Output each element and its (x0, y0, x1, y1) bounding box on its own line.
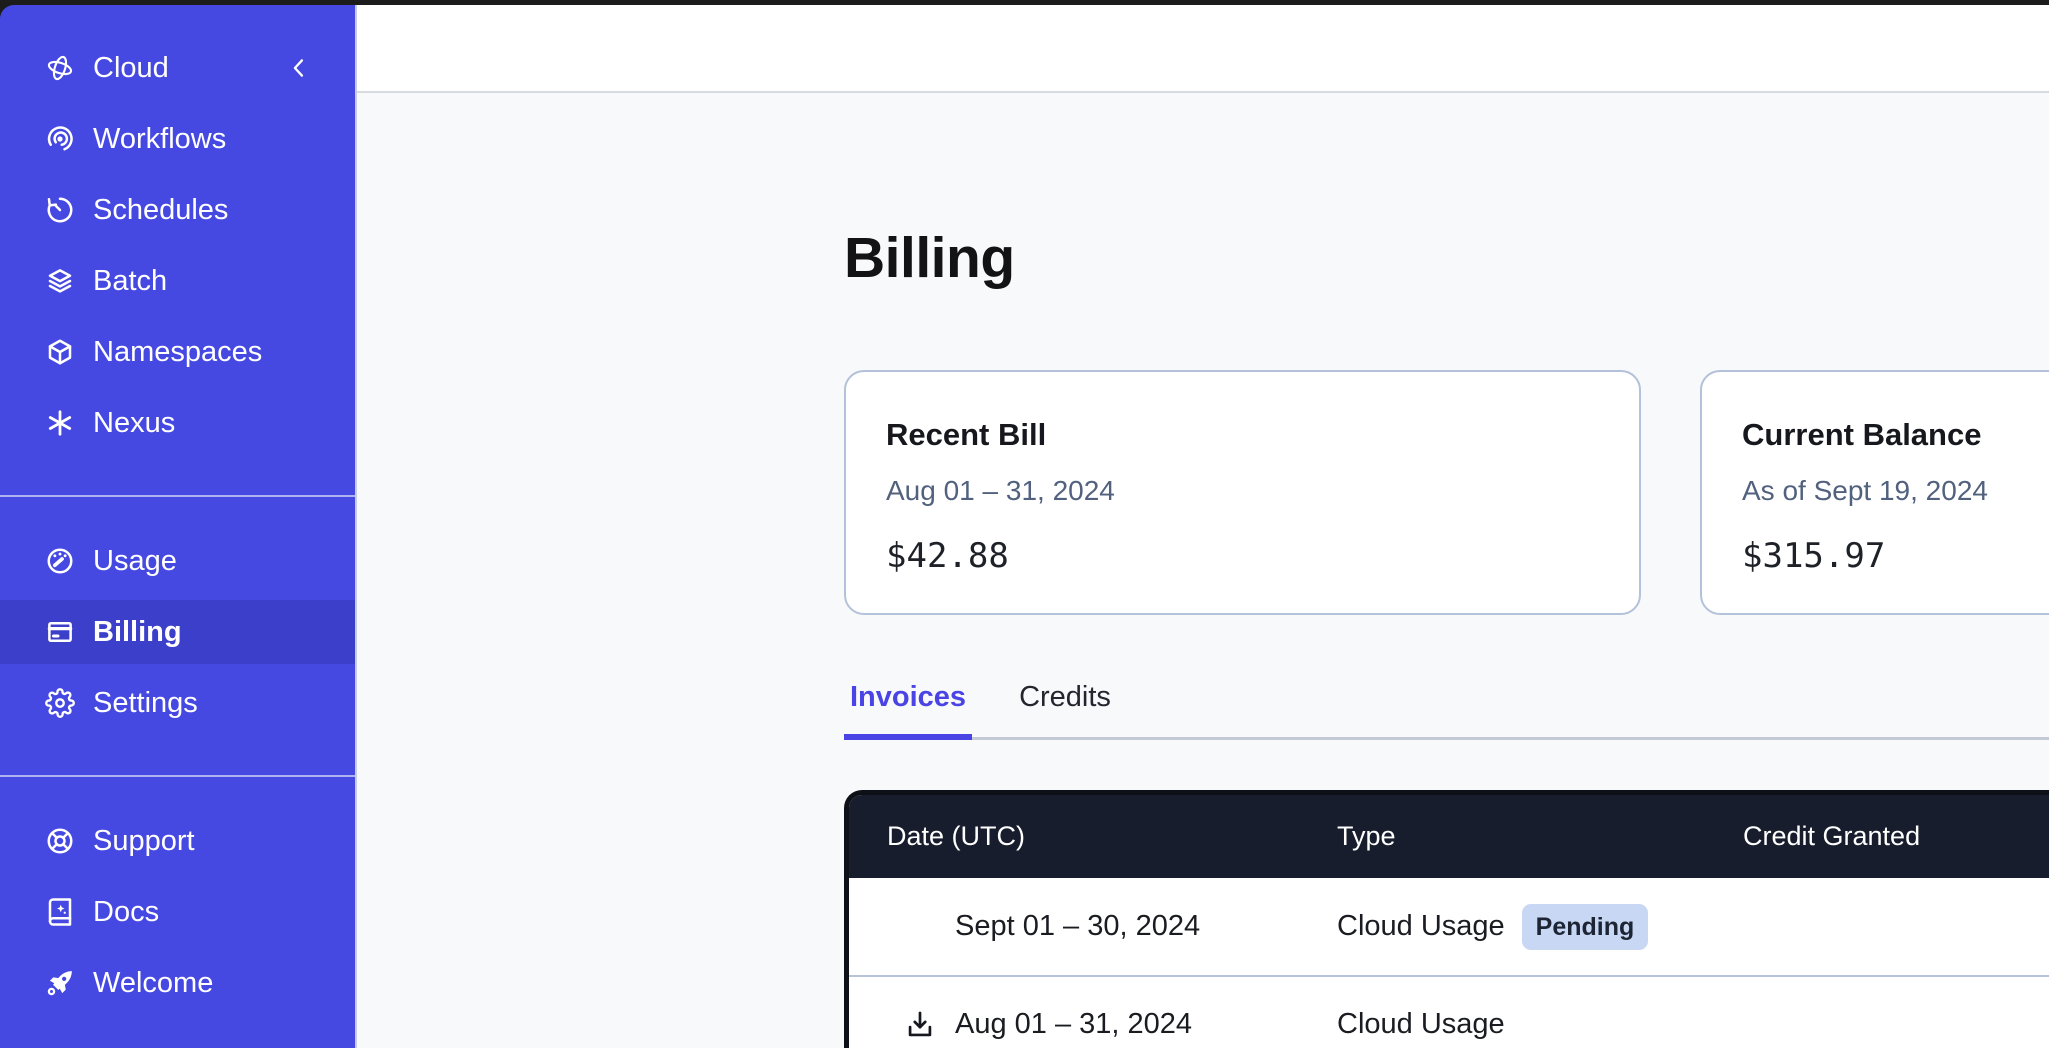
sidebar-item-settings[interactable]: Settings (0, 671, 355, 735)
current-balance-title: Current Balance (1742, 416, 2049, 454)
sidebar-brand-label: Cloud (93, 52, 169, 85)
column-header-credit-granted: Credit Granted (1743, 821, 2049, 852)
invoice-type: Cloud Usage (1337, 1008, 1505, 1041)
chevron-left-icon (285, 54, 313, 82)
sidebar-item-namespaces[interactable]: Namespaces (0, 320, 355, 384)
billing-tabs: Invoices Credits (844, 679, 2049, 740)
batch-layers-icon (45, 266, 75, 296)
sidebar-item-label: Billing (93, 616, 182, 649)
sidebar-item-workflows[interactable]: Workflows (0, 107, 355, 171)
invoice-date-cell: Sept 01 – 30, 2024 (887, 910, 1337, 944)
invoice-row[interactable]: Sept 01 – 30, 2024 Cloud Usage Pending (849, 878, 2049, 975)
sidebar-item-batch[interactable]: Batch (0, 249, 355, 313)
sidebar-item-label: Schedules (93, 194, 228, 227)
temporal-logo-icon (45, 53, 75, 83)
invoice-type-cell: Cloud Usage Pending (1337, 904, 1743, 950)
sidebar-item-label: Batch (93, 265, 167, 298)
recent-bill-title: Recent Bill (886, 416, 1599, 454)
status-badge-pending: Pending (1522, 904, 1649, 950)
invoices-table-header: Date (UTC) Type Credit Granted (849, 795, 2049, 878)
sidebar-item-label: Settings (93, 687, 198, 720)
current-balance-amount: $315.97 (1742, 536, 2049, 576)
app-window: Cloud Workflows (0, 5, 2049, 1048)
invoice-type-cell: Cloud Usage (1337, 1008, 1743, 1041)
invoices-table: Date (UTC) Type Credit Granted Sept 01 –… (844, 790, 2049, 1048)
download-invoice-icon[interactable] (903, 1008, 937, 1042)
sidebar-collapse-button[interactable] (285, 54, 313, 82)
sidebar-item-label: Support (93, 825, 195, 858)
sidebar-item-usage[interactable]: Usage (0, 529, 355, 593)
sidebar-divider (0, 775, 355, 777)
support-lifering-icon (45, 826, 75, 856)
current-balance-period: As of Sept 19, 2024 (1742, 474, 2049, 508)
screen: Cloud Workflows (0, 0, 2049, 1048)
billing-card-icon (45, 617, 75, 647)
sidebar-item-label: Usage (93, 545, 177, 578)
namespace-cube-icon (45, 337, 75, 367)
content: Billing Recent Bill Aug 01 – 31, 2024 $4… (357, 93, 2049, 1048)
recent-bill-card: Recent Bill Aug 01 – 31, 2024 $42.88 (844, 370, 1641, 615)
sidebar-item-label: Workflows (93, 123, 226, 156)
sidebar-item-docs[interactable]: Docs (0, 880, 355, 944)
page-title: Billing (844, 226, 2049, 290)
invoice-row[interactable]: Aug 01 – 31, 2024 Cloud Usage (849, 975, 2049, 1048)
sidebar-item-schedules[interactable]: Schedules (0, 178, 355, 242)
sidebar-item-nexus[interactable]: Nexus (0, 391, 355, 455)
sidebar: Cloud Workflows (0, 5, 357, 1048)
welcome-rocket-icon (45, 968, 75, 998)
sidebar-item-label: Namespaces (93, 336, 262, 369)
settings-gear-icon (45, 688, 75, 718)
download-slot-empty (903, 910, 937, 944)
current-balance-card: Current Balance As of Sept 19, 2024 $315… (1700, 370, 2049, 615)
invoice-date: Aug 01 – 31, 2024 (955, 1008, 1192, 1041)
sidebar-item-support[interactable]: Support (0, 809, 355, 873)
schedule-clock-icon (45, 195, 75, 225)
workflows-spiral-icon (45, 124, 75, 154)
docs-book-icon (45, 897, 75, 927)
recent-bill-period: Aug 01 – 31, 2024 (886, 474, 1599, 508)
sidebar-item-label: Docs (93, 896, 159, 929)
tab-invoices[interactable]: Invoices (844, 679, 972, 737)
invoice-type: Cloud Usage (1337, 910, 1505, 943)
sidebar-brand-cloud[interactable]: Cloud (0, 36, 355, 100)
invoice-date: Sept 01 – 30, 2024 (955, 910, 1200, 943)
sidebar-divider (0, 495, 355, 497)
invoice-date-cell: Aug 01 – 31, 2024 (887, 1008, 1337, 1042)
column-header-type: Type (1337, 821, 1743, 852)
sidebar-item-label: Welcome (93, 967, 213, 1000)
nexus-asterisk-icon (45, 408, 75, 438)
column-header-date: Date (UTC) (887, 821, 1337, 852)
usage-gauge-icon (45, 546, 75, 576)
sidebar-item-label: Nexus (93, 407, 175, 440)
main-area: Billing Recent Bill Aug 01 – 31, 2024 $4… (357, 5, 2049, 1048)
recent-bill-amount: $42.88 (886, 536, 1599, 576)
sidebar-item-billing[interactable]: Billing (0, 600, 355, 664)
sidebar-item-welcome[interactable]: Welcome (0, 951, 355, 1015)
top-bar (357, 5, 2049, 93)
billing-summary-cards: Recent Bill Aug 01 – 31, 2024 $42.88 Cur… (844, 370, 2049, 615)
tab-credits[interactable]: Credits (1013, 679, 1117, 737)
